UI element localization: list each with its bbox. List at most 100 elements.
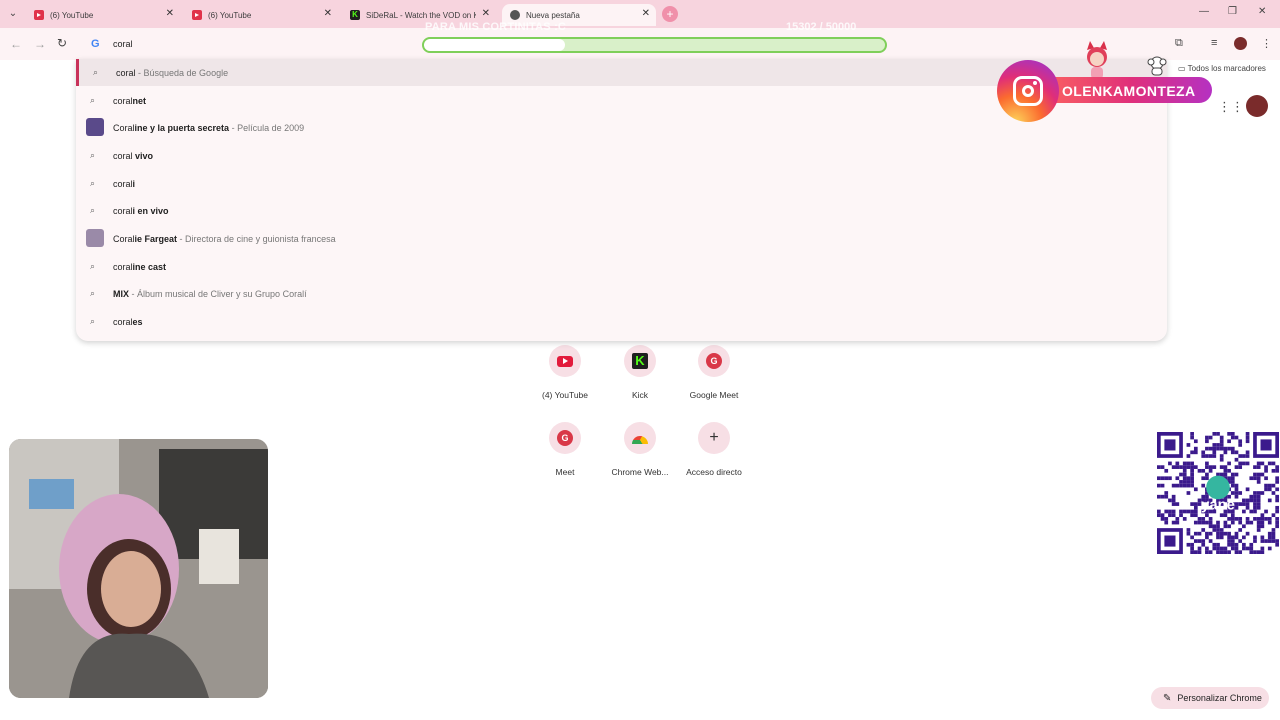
pencil-icon: ✎	[1163, 692, 1172, 704]
suggestion-item[interactable]: Coraline y la puerta secreta - Película …	[76, 114, 1167, 141]
tab-youtube-1[interactable]: (6) YouTube ✕	[26, 4, 180, 26]
ntp-avatar[interactable]	[1246, 95, 1268, 117]
stream-goal-label: PARA MIS CORTINITAS :C	[425, 21, 567, 33]
yape-qr-code[interactable]: yape	[1157, 432, 1279, 554]
shortcut-meet[interactable]: G Meet	[525, 422, 605, 477]
close-icon[interactable]: ✕	[482, 8, 490, 19]
suggestion-text: Coralie Fargeat - Directora de cine y gu…	[113, 234, 336, 244]
search-icon: ⌕	[90, 150, 96, 160]
suggestion-text: corali en vivo	[113, 206, 169, 216]
suggestion-text: corali	[113, 179, 136, 189]
shortcut-kick[interactable]: K Kick	[600, 345, 680, 400]
search-icon: ⌕	[90, 316, 96, 326]
shortcut-icon-bg: G	[549, 422, 581, 454]
search-icon: ⌕	[90, 261, 96, 271]
search-icon: ⌕	[93, 67, 99, 77]
shortcut-label: Acceso directo	[686, 467, 742, 477]
kick-icon: K	[350, 10, 360, 20]
forward-icon[interactable]: →	[34, 37, 46, 51]
suggestion-item[interactable]: ⌕ corali en vivo	[76, 197, 1167, 224]
new-tab-button[interactable]: +	[662, 6, 678, 22]
suggestion-item[interactable]: Coralie Fargeat - Directora de cine y gu…	[76, 225, 1167, 252]
search-icon: ⌕	[90, 95, 96, 105]
shortcut-label: Meet	[555, 467, 575, 477]
yape-logo-text: yape	[1201, 498, 1235, 514]
google-icon: G	[91, 38, 100, 50]
search-icon: ⌕	[90, 205, 96, 215]
close-window-icon[interactable]: ✕	[1258, 6, 1266, 17]
cat-girl-sticker	[1087, 41, 1107, 79]
stream-goal-fill	[424, 39, 566, 51]
suggestion-item[interactable]: ⌕ coral vivo	[76, 142, 1167, 169]
google-icon: G	[557, 430, 573, 446]
google-icon: G	[706, 353, 722, 369]
close-icon[interactable]: ✕	[324, 8, 332, 19]
all-bookmarks[interactable]: ▭ Todos los marcadores	[1178, 64, 1266, 73]
suggestion-text: coraline cast	[113, 262, 167, 272]
instagram-handle: OLENKAMONTEZA	[1062, 83, 1196, 99]
tab-title: (6) YouTube	[50, 10, 94, 20]
shortcut-icon-bg: G	[698, 345, 730, 377]
person-thumbnail	[86, 229, 104, 247]
chrome-icon	[510, 10, 520, 20]
suggestion-text: Coraline y la puerta secreta - Película …	[113, 123, 305, 133]
suggestion-text: MIX - Álbum musical de Cliver y su Grupo…	[113, 289, 307, 299]
tab-title: SiDeRaL - Watch the VOD on Ki	[366, 10, 476, 20]
suggestion-text: corales	[113, 317, 143, 327]
youtube-icon	[34, 10, 44, 20]
shortcut-label: Chrome Web...	[611, 467, 669, 477]
kick-icon: K	[632, 353, 648, 369]
shortcut-google-meet[interactable]: G Google Meet	[674, 345, 754, 400]
chrome-web-store-icon	[632, 436, 648, 444]
minimize-icon[interactable]: —	[1199, 6, 1209, 17]
suggestion-item[interactable]: ⌕ corali	[76, 170, 1167, 197]
shortcut-icon-bg	[549, 345, 581, 377]
shortcut-label: Kick	[631, 390, 649, 400]
tab-title: (6) YouTube	[208, 10, 252, 20]
folder-icon: ▭	[1178, 64, 1186, 73]
profile-avatar[interactable]	[1234, 37, 1247, 50]
suggestion-item[interactable]: ⌕ coraline cast	[76, 253, 1167, 280]
suggestion-text: coral - Búsqueda de Google	[116, 68, 229, 78]
shortcut-icon-bg	[624, 422, 656, 454]
shortcut-youtube[interactable]: (4) YouTube	[525, 345, 605, 400]
shortcut-icon-bg: K	[624, 345, 656, 377]
search-icon: ⌕	[90, 178, 96, 188]
customize-chrome-label: Personalizar Chrome	[1177, 693, 1262, 703]
suggestion-text: coralnet	[113, 96, 147, 106]
search-icon: ⌕	[90, 288, 96, 298]
shortcut-label: Google Meet	[689, 390, 739, 400]
youtube-icon	[192, 10, 202, 20]
suggestion-text: coral vivo	[113, 151, 154, 161]
youtube-icon	[557, 355, 573, 367]
reload-icon[interactable]: ↻	[57, 36, 67, 50]
suggestion-item[interactable]: ⌕ MIX - Álbum musical de Cliver y su Gru…	[76, 280, 1167, 307]
shortcut-add[interactable]: + Acceso directo	[674, 422, 754, 477]
shortcut-label: (4) YouTube	[542, 390, 588, 400]
instagram-icon	[1013, 76, 1043, 106]
movie-thumbnail	[86, 118, 104, 136]
back-icon[interactable]: ←	[10, 37, 22, 51]
poodle-sticker	[1147, 56, 1167, 76]
plus-icon: +	[709, 429, 719, 446]
omnibox-input[interactable]: coral	[113, 39, 133, 49]
restore-icon[interactable]: ❐	[1228, 6, 1237, 17]
customize-chrome-button[interactable]: ✎ Personalizar Chrome	[1151, 687, 1269, 709]
yape-logo-icon	[1206, 475, 1230, 500]
stream-goal-bar	[422, 37, 887, 53]
tab-title: Nueva pestaña	[526, 10, 580, 20]
webcam-image	[9, 439, 268, 698]
menu-icon[interactable]: ⋮	[1261, 37, 1272, 50]
shortcut-icon-bg: +	[698, 422, 730, 454]
shortcut-chrome-web-store[interactable]: Chrome Web...	[600, 422, 680, 477]
all-bookmarks-label: Todos los marcadores	[1187, 64, 1266, 73]
extensions-icon[interactable]: ⧉	[1175, 37, 1183, 50]
suggestion-item[interactable]: ⌕ corales	[76, 308, 1167, 335]
tab-search-icon[interactable]: ⌄	[4, 5, 22, 23]
reading-list-icon[interactable]: ≡	[1211, 37, 1217, 49]
webcam-feed	[9, 439, 268, 698]
stream-goal-count: 15302 / 50000	[786, 21, 857, 33]
close-icon[interactable]: ✕	[166, 8, 174, 19]
tab-youtube-2[interactable]: (6) YouTube ✕	[184, 4, 338, 26]
close-icon[interactable]: ✕	[642, 8, 650, 19]
